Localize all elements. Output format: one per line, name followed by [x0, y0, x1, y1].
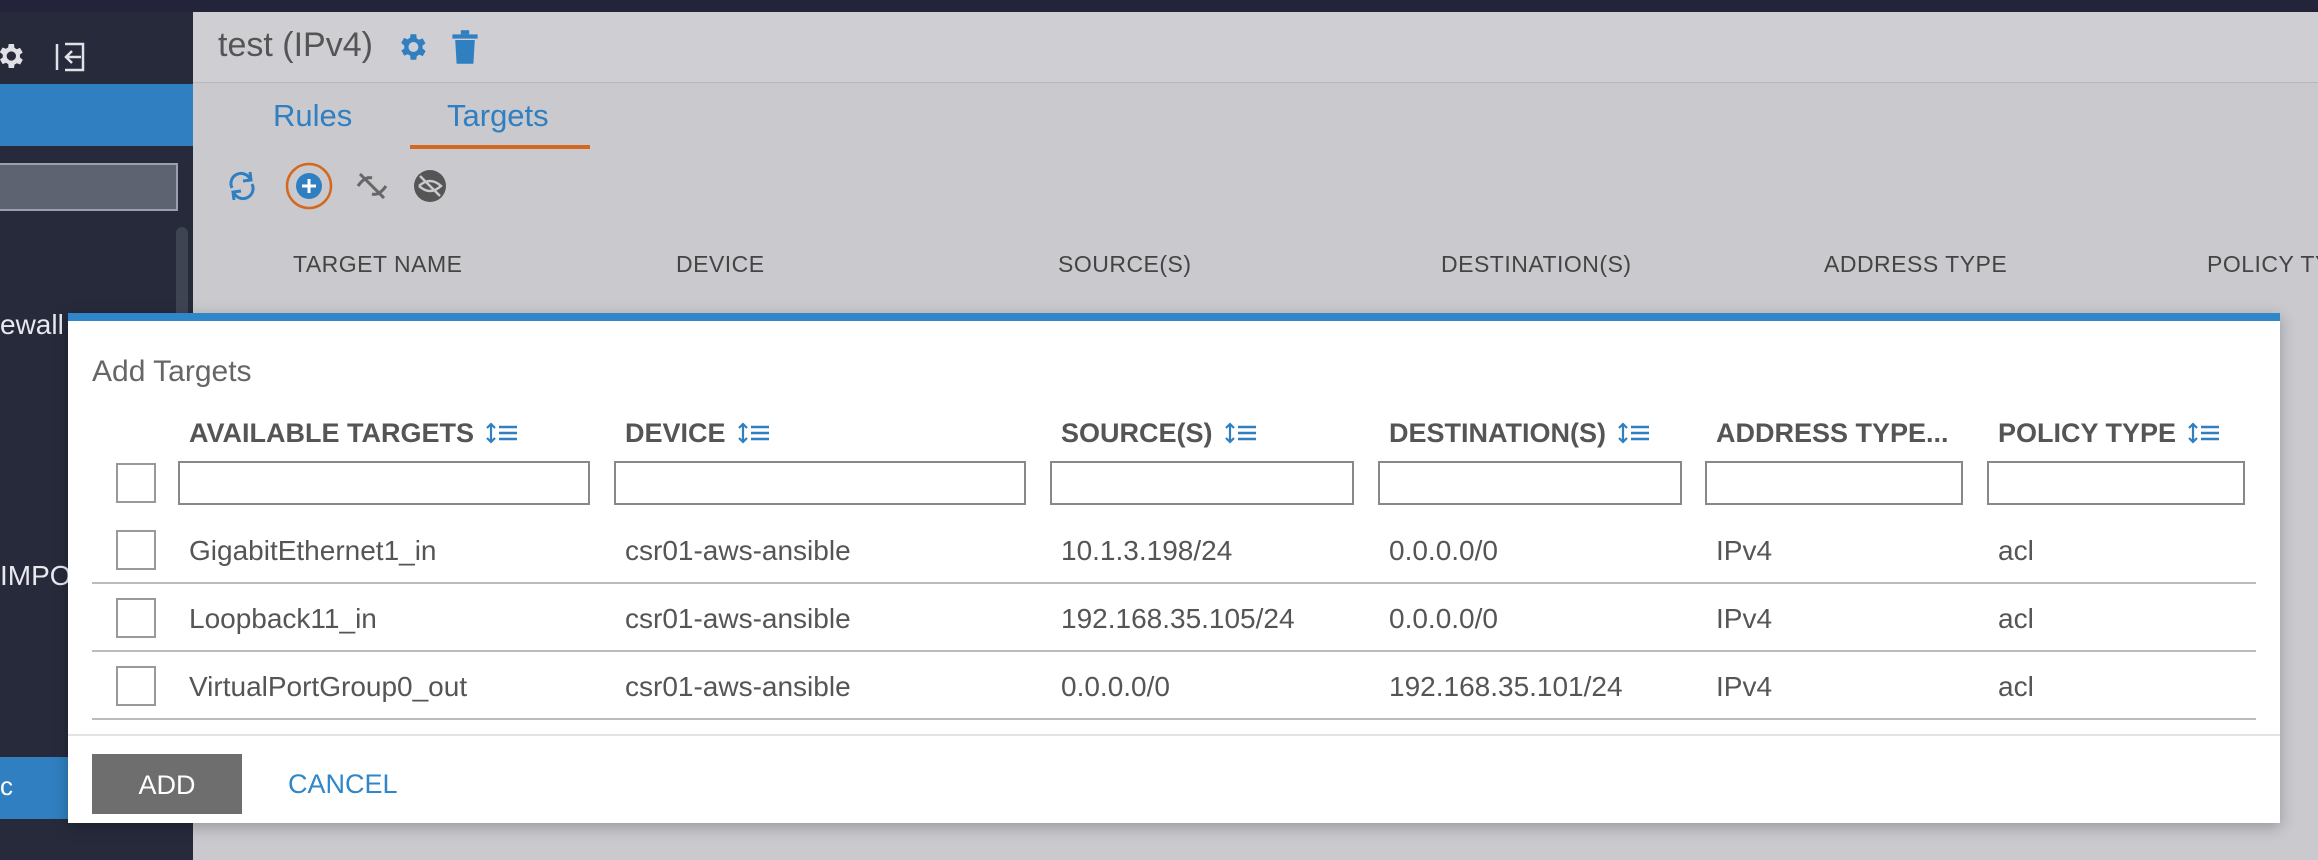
trash-icon[interactable] [451, 30, 479, 64]
header-label: POLICY TYPE [1998, 418, 2177, 448]
filter-available-targets-input[interactable] [178, 461, 590, 505]
footer-divider [68, 734, 2280, 736]
modal-header-policy-type[interactable]: POLICY TYPE [1998, 418, 2220, 449]
cell-target-name: Loopback11_in [189, 603, 377, 634]
page-header: test (IPv4) [193, 12, 2318, 83]
cell-device: csr01-aws-ansible [625, 603, 851, 634]
header-label: DESTINATION(S) [1389, 418, 1606, 448]
row-checkbox[interactable] [116, 666, 156, 706]
column-header-address-type[interactable]: ADDRESS TYPE [1824, 251, 2007, 278]
cell-device: csr01-aws-ansible [625, 535, 851, 566]
top-bar [0, 0, 2318, 12]
cancel-button[interactable]: CANCEL [288, 769, 398, 800]
cell-policy-type: acl [1998, 535, 2034, 566]
row-checkbox[interactable] [116, 530, 156, 570]
sidebar-bottom-label: c [0, 771, 13, 801]
tab-targets[interactable]: Targets [447, 98, 549, 134]
column-header-destinations[interactable]: DESTINATION(S) [1441, 251, 1632, 278]
header-label: AVAILABLE TARGETS [189, 418, 474, 448]
row-divider [92, 718, 2256, 720]
cell-destination: 192.168.35.101/24 [1389, 671, 1623, 702]
cell-address-type: IPv4 [1716, 671, 1773, 702]
hide-icon[interactable] [408, 164, 452, 208]
settings-gear-icon[interactable] [395, 30, 429, 64]
unlink-icon[interactable] [350, 164, 394, 208]
collapse-sidebar-icon[interactable] [55, 42, 89, 72]
row-divider [92, 650, 2256, 652]
add-circle-icon[interactable] [285, 162, 333, 210]
column-header-device[interactable]: DEVICE [676, 251, 765, 278]
modal-header-address-type[interactable]: ADDRESS TYPE... [1716, 418, 1949, 449]
active-tab-indicator [410, 145, 590, 149]
modal-header-available-targets[interactable]: AVAILABLE TARGETS [189, 418, 518, 449]
cell-policy-type: acl [1998, 603, 2034, 634]
filter-device-input[interactable] [614, 461, 1026, 505]
dialog-title: Add Targets [92, 355, 252, 388]
header-label: DEVICE [625, 418, 726, 448]
cell-target-name: GigabitEthernet1_in [189, 535, 437, 566]
cell-source: 0.0.0.0/0 [1061, 671, 1170, 702]
sidebar-item-firewall[interactable]: ewall [0, 309, 64, 341]
header-label: ADDRESS TYPE... [1716, 418, 1949, 448]
cell-device: csr01-aws-ansible [625, 671, 851, 702]
filter-address-type-input[interactable] [1705, 461, 1963, 505]
header-label: SOURCE(S) [1061, 418, 1213, 448]
row-checkbox[interactable] [116, 598, 156, 638]
sort-icon[interactable] [1618, 422, 1650, 444]
tab-rules[interactable]: Rules [273, 98, 352, 134]
sidebar-active-item[interactable] [0, 84, 193, 146]
filter-sources-input[interactable] [1050, 461, 1354, 505]
gear-icon[interactable] [0, 40, 26, 72]
cell-destination: 0.0.0.0/0 [1389, 535, 1498, 566]
cell-source: 10.1.3.198/24 [1061, 535, 1233, 566]
filter-policy-type-input[interactable] [1987, 461, 2245, 505]
modal-header-device[interactable]: DEVICE [625, 418, 770, 449]
cell-policy-type: acl [1998, 671, 2034, 702]
refresh-icon[interactable] [220, 164, 264, 208]
sidebar-search-input[interactable] [0, 163, 178, 211]
column-header-sources[interactable]: SOURCE(S) [1058, 251, 1192, 278]
sidebar-item-import[interactable]: IMPO [0, 560, 72, 592]
sort-icon[interactable] [737, 422, 770, 444]
add-targets-dialog: Add Targets AVAILABLE TARGETS DEVICE SOU… [68, 313, 2280, 823]
cell-address-type: IPv4 [1716, 603, 1773, 634]
column-header-policy-type[interactable]: POLICY TY [2207, 251, 2318, 278]
page-title: test (IPv4) [218, 26, 373, 64]
modal-header-sources[interactable]: SOURCE(S) [1061, 418, 1257, 449]
select-all-checkbox[interactable] [116, 463, 156, 503]
sort-icon[interactable] [486, 422, 518, 444]
cell-address-type: IPv4 [1716, 535, 1773, 566]
cell-source: 192.168.35.105/24 [1061, 603, 1295, 634]
sort-icon[interactable] [2188, 422, 2220, 444]
cell-destination: 0.0.0.0/0 [1389, 603, 1498, 634]
row-divider [92, 582, 2256, 584]
modal-header-destinations[interactable]: DESTINATION(S) [1389, 418, 1650, 449]
sort-icon[interactable] [1224, 422, 1257, 444]
cell-target-name: VirtualPortGroup0_out [189, 671, 468, 702]
add-button[interactable]: ADD [92, 754, 242, 814]
filter-destinations-input[interactable] [1378, 461, 1682, 505]
column-header-target-name[interactable]: TARGET NAME [293, 251, 463, 278]
